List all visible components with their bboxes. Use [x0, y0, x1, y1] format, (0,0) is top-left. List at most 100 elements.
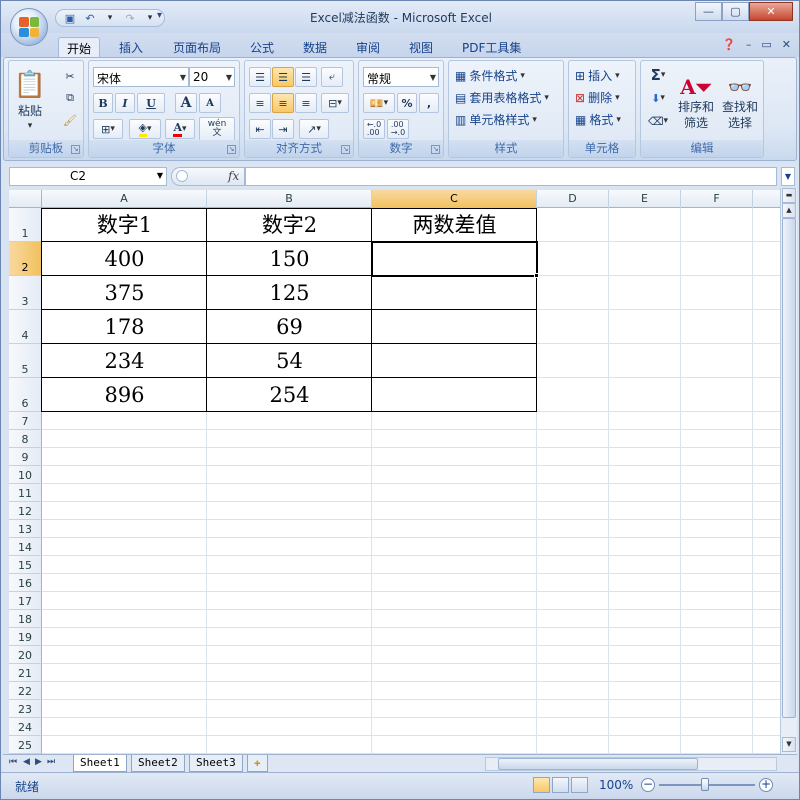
row-header-10[interactable]: 10 — [9, 466, 42, 484]
insert-sheet-icon[interactable]: ✚ — [247, 755, 268, 772]
page-break-view-icon[interactable] — [571, 777, 588, 793]
row-header-22[interactable]: 22 — [9, 682, 42, 700]
office-button[interactable] — [10, 8, 48, 46]
font-launcher-icon[interactable]: ↘ — [227, 145, 236, 154]
grow-font-button[interactable]: A — [175, 93, 197, 113]
row-header-7[interactable]: 7 — [9, 412, 42, 430]
row-header-24[interactable]: 24 — [9, 718, 42, 736]
formula-input[interactable] — [245, 167, 777, 186]
selected-cell-c2[interactable] — [371, 241, 538, 277]
format-as-table-button[interactable]: ▤ 套用表格格式 ▾ — [455, 89, 549, 106]
percent-button[interactable]: % — [397, 93, 417, 113]
column-header-g-partial[interactable] — [753, 190, 780, 208]
clear-button[interactable]: ⌫ ▾ — [645, 111, 671, 131]
comma-button[interactable]: , — [419, 93, 439, 113]
paste-button[interactable]: 📋 粘贴 ▾ — [13, 65, 47, 135]
align-middle-icon[interactable]: ☰ — [272, 67, 294, 87]
tab-home[interactable]: 开始 — [58, 37, 101, 57]
cell-b2[interactable]: 150 — [207, 242, 372, 276]
fill-color-button[interactable]: ◈ ▾ — [129, 119, 161, 139]
cell-a4[interactable]: 178 — [42, 310, 207, 344]
row-header-23[interactable]: 23 — [9, 700, 42, 718]
delete-cells-button[interactable]: ⊠ 删除 ▾ — [575, 89, 620, 106]
borders-button[interactable]: ⊞ ▾ — [93, 119, 123, 139]
fill-handle[interactable] — [534, 273, 539, 278]
select-all-corner[interactable] — [9, 190, 42, 208]
row-header-15[interactable]: 15 — [9, 556, 42, 574]
ribbon-minimize-icon[interactable]: – — [746, 38, 752, 51]
cell-b5[interactable]: 54 — [207, 344, 372, 378]
zoom-in-icon[interactable]: + — [759, 778, 773, 792]
tab-view[interactable]: 视图 — [401, 37, 441, 57]
row-header-12[interactable]: 12 — [9, 502, 42, 520]
cell-b4[interactable]: 69 — [207, 310, 372, 344]
insert-cells-button[interactable]: ⊞ 插入 ▾ — [575, 67, 620, 84]
cell-b6[interactable]: 254 — [207, 378, 372, 412]
column-header-c[interactable]: C — [372, 190, 537, 208]
number-format-combo[interactable]: 常规 ▼ — [363, 67, 439, 87]
tab-page-layout[interactable]: 页面布局 — [165, 37, 229, 57]
cell-c4[interactable] — [372, 310, 537, 344]
font-color-button[interactable]: A ▾ — [165, 119, 195, 139]
column-header-f[interactable]: F — [681, 190, 753, 208]
autosum-button[interactable]: Σ ▾ — [645, 65, 671, 85]
horizontal-scroll-thumb[interactable] — [498, 758, 698, 770]
row-header-6[interactable]: 6 — [9, 378, 42, 412]
sort-filter-button[interactable]: A⏷ 排序和 筛选 — [675, 65, 717, 141]
tab-review[interactable]: 审阅 — [348, 37, 388, 57]
align-center-icon[interactable]: ≡ — [272, 93, 294, 113]
column-header-e[interactable]: E — [609, 190, 681, 208]
page-layout-view-icon[interactable] — [552, 777, 569, 793]
scroll-down-icon[interactable]: ▼ — [782, 737, 796, 752]
tab-insert[interactable]: 插入 — [111, 37, 151, 57]
italic-button[interactable]: I — [115, 93, 135, 113]
decrease-decimal-button[interactable]: .00 →.0 — [387, 119, 409, 139]
tab-data[interactable]: 数据 — [295, 37, 335, 57]
row-header-13[interactable]: 13 — [9, 520, 42, 538]
row-header-1[interactable]: 1 — [9, 208, 42, 242]
row-header-16[interactable]: 16 — [9, 574, 42, 592]
row-header-25[interactable]: 25 — [9, 736, 42, 754]
help-icon[interactable]: ❓ — [722, 38, 736, 51]
restore-button[interactable]: ▢ — [722, 2, 749, 21]
row-header-20[interactable]: 20 — [9, 646, 42, 664]
format-cells-button[interactable]: ▦ 格式 ▾ — [575, 111, 621, 128]
sheet-tab-sheet2[interactable]: Sheet2 — [131, 755, 185, 772]
zoom-level[interactable]: 100% — [599, 778, 633, 792]
row-header-8[interactable]: 8 — [9, 430, 42, 448]
worksheet-grid[interactable]: A B C D E F 1 2 3 4 5 6 7 8 9 10 11 12 13 14 15 16 17 18 1… — [9, 190, 780, 754]
row-header-9[interactable]: 9 — [9, 448, 42, 466]
column-header-b[interactable]: B — [207, 190, 372, 208]
header-cell-a1[interactable]: 数字1 — [42, 208, 207, 242]
row-header-14[interactable]: 14 — [9, 538, 42, 556]
row-header-2[interactable]: 2 — [9, 242, 42, 276]
row-header-4[interactable]: 4 — [9, 310, 42, 344]
normal-view-icon[interactable] — [533, 777, 550, 793]
sheet-tab-sheet1[interactable]: Sheet1 — [73, 755, 127, 772]
row-header-19[interactable]: 19 — [9, 628, 42, 646]
first-sheet-icon[interactable]: ⏮ — [9, 757, 17, 767]
column-header-a[interactable]: A — [42, 190, 207, 208]
cell-c6[interactable] — [372, 378, 537, 412]
sheet-tab-sheet3[interactable]: Sheet3 — [189, 755, 243, 772]
prev-sheet-icon[interactable]: ◀ — [23, 757, 30, 767]
currency-button[interactable]: 💴 ▾ — [363, 93, 395, 113]
cell-a3[interactable]: 375 — [42, 276, 207, 310]
font-name-combo[interactable]: 宋体 ▼ — [93, 67, 189, 87]
row-header-18[interactable]: 18 — [9, 610, 42, 628]
shrink-font-button[interactable]: A — [199, 93, 221, 113]
scroll-split-handle[interactable]: ▬ — [782, 188, 796, 203]
fill-button[interactable]: ⬇ ▾ — [645, 88, 671, 108]
insert-function-icon[interactable]: fx — [228, 169, 239, 183]
ribbon-restore-icon[interactable]: ▭ — [761, 38, 771, 51]
alignment-launcher-icon[interactable]: ↘ — [341, 145, 350, 154]
row-header-3[interactable]: 3 — [9, 276, 42, 310]
phonetic-button[interactable]: wén 文 — [199, 117, 235, 141]
column-header-d[interactable]: D — [537, 190, 609, 208]
header-cell-c1[interactable]: 两数差值 — [372, 208, 537, 242]
format-painter-icon[interactable]: 🖌 — [61, 111, 79, 129]
cell-styles-button[interactable]: ▥ 单元格样式 ▾ — [455, 111, 537, 128]
row-header-5[interactable]: 5 — [9, 344, 42, 378]
number-launcher-icon[interactable]: ↘ — [431, 145, 440, 154]
align-left-icon[interactable]: ≡ — [249, 93, 271, 113]
